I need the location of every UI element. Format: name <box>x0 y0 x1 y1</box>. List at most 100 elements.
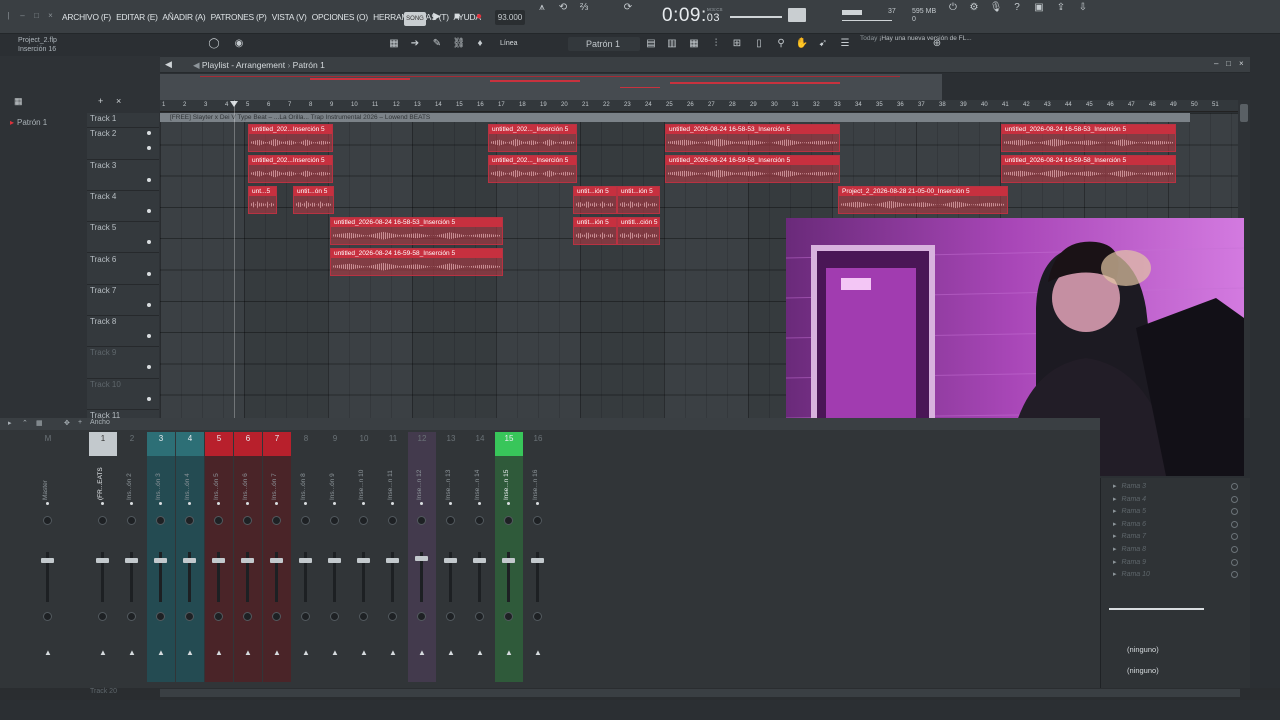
route-toggle[interactable] <box>1231 520 1238 528</box>
master-pitch-line[interactable] <box>730 16 782 18</box>
route-toggle[interactable] <box>1231 546 1238 553</box>
mixer-strip[interactable]: 2 Ins...ón 2 ▲ <box>118 432 146 682</box>
stereo-knob[interactable] <box>243 612 252 621</box>
audio-clip[interactable]: untitl...ción 5 <box>617 217 660 245</box>
audio-clip[interactable]: untit...ión 5 <box>573 217 617 245</box>
route-arrow-icon[interactable]: ▲ <box>389 648 397 657</box>
track-header[interactable]: Track 6 <box>87 254 159 285</box>
volume-fader-handle[interactable] <box>444 558 457 563</box>
routing-item[interactable]: ▸ Rama 8 <box>1113 545 1146 553</box>
stereo-knob[interactable] <box>214 612 223 621</box>
piano-keys-icon[interactable]: ▦ <box>14 96 28 106</box>
route-arrow-icon[interactable]: ▲ <box>476 648 484 657</box>
send-dot[interactable] <box>333 502 336 505</box>
send-dot[interactable] <box>246 502 249 505</box>
news-panel[interactable]: Today ¡Hay una nueva versión de FL... <box>860 35 972 43</box>
metronome-icon[interactable]: ⩚ <box>533 0 551 16</box>
routing-item[interactable]: ▸ Rama 7 <box>1113 532 1146 540</box>
menu-patrones[interactable]: PATRONES (P) <box>211 12 267 22</box>
pan-knob[interactable] <box>475 516 484 525</box>
routing-item[interactable]: ▸ Rama 10 <box>1113 570 1150 578</box>
pan-knob[interactable] <box>272 516 281 525</box>
stereo-knob[interactable] <box>98 612 107 621</box>
wait-input-icon[interactable]: ⟲ <box>554 0 572 16</box>
stereo-knob[interactable] <box>330 612 339 621</box>
mixer-strip[interactable]: 12 Inse...n 12 ▲ <box>408 432 436 682</box>
route-arrow-icon[interactable]: ▲ <box>505 648 513 657</box>
send-dot[interactable] <box>159 502 162 505</box>
touch-icon[interactable]: ✋ <box>793 36 811 52</box>
pan-knob[interactable] <box>388 516 397 525</box>
mixer-strip[interactable]: 10 Inse...n 10 ▲ <box>350 432 378 682</box>
send-dot[interactable] <box>130 502 133 505</box>
volume-fader-handle[interactable] <box>241 558 254 563</box>
output-select[interactable]: (ninguno) <box>1109 664 1239 678</box>
volume-fader-handle[interactable] <box>154 558 167 563</box>
countdown-icon[interactable]: ⅔ <box>575 0 593 16</box>
routing-item[interactable]: ▸ Rama 6 <box>1113 520 1146 528</box>
volume-fader-handle[interactable] <box>96 558 109 563</box>
track-header[interactable]: Track 2 <box>87 128 159 160</box>
pointer-icon[interactable]: ➹ <box>814 36 832 52</box>
menu-vista[interactable]: VISTA (V) <box>272 12 307 22</box>
route-arrow-icon[interactable]: ▲ <box>273 648 281 657</box>
arrangement-overview[interactable] <box>160 74 942 100</box>
send-dot[interactable] <box>449 502 452 505</box>
pan-knob[interactable] <box>185 516 194 525</box>
volume-fader-handle[interactable] <box>531 558 544 563</box>
mixer-mode-label[interactable]: Ancho <box>90 419 110 426</box>
tasks-icon[interactable]: ☰ <box>836 36 854 52</box>
send-dot[interactable] <box>391 502 394 505</box>
pan-knob[interactable] <box>43 516 52 525</box>
route-arrow-icon[interactable]: ▲ <box>128 648 136 657</box>
track-header[interactable]: Track 3 <box>87 160 159 191</box>
send-dot[interactable] <box>536 502 539 505</box>
track-enable-dot[interactable] <box>147 396 151 401</box>
maximize-icon[interactable]: □ <box>32 11 41 20</box>
mixer-strip[interactable]: 1 (FR...EATS ▲ <box>89 432 117 682</box>
audio-clip[interactable]: untitled_2026-08-24 16-59-58_Inserción 5 <box>330 248 503 276</box>
audio-clip[interactable]: untitled_202..._Inserción 5 <box>488 155 577 183</box>
link-icon[interactable]: ⛓ <box>450 36 468 52</box>
piano-roll-icon[interactable]: ▦ <box>685 36 703 52</box>
route-toggle[interactable] <box>1231 558 1238 566</box>
download-icon[interactable]: ⇩ <box>1074 0 1092 16</box>
microphone-icon[interactable]: 🎙 <box>987 0 1005 16</box>
audio-clip-beat[interactable]: [FREE] Slayter x Dei V Type Beat – ...La… <box>160 113 1190 122</box>
cpu-icon[interactable]: ⚙ <box>965 0 983 16</box>
pan-knob[interactable] <box>243 516 252 525</box>
stereo-knob[interactable] <box>127 612 136 621</box>
audio-clip[interactable]: Project_2_2026-08-28 21-05-00_Inserción … <box>838 186 1008 214</box>
loop-record-icon[interactable]: ⟳ <box>619 0 637 16</box>
route-arrow-icon[interactable]: ▲ <box>157 648 165 657</box>
audio-clip[interactable]: untitled_2026-08-24 16-59-58_Inserción 5 <box>1001 155 1176 183</box>
send-dot[interactable] <box>188 502 191 505</box>
route-arrow-icon[interactable]: ▲ <box>447 648 455 657</box>
route-arrow-icon[interactable]: ▲ <box>186 648 194 657</box>
route-arrow-icon[interactable]: ▲ <box>418 648 426 657</box>
channel-rack-icon[interactable]: ⊞ <box>728 36 746 52</box>
audio-clip[interactable]: untit...ión 5 <box>573 186 617 214</box>
tempo-display[interactable]: 93.000 <box>495 10 525 25</box>
stereo-knob[interactable] <box>446 612 455 621</box>
timeline-ruler[interactable]: 1 2 3 4 5 6 7 8 9 10 11 12 13 14 15 16 17 18 19 20 21 22 23 24 2… <box>160 100 1238 112</box>
mixer-strip[interactable]: 3 Ins...ón 3 ▲ <box>147 432 175 682</box>
track-enable-dot[interactable] <box>147 302 151 307</box>
mixer-grid-icon[interactable]: ▦ <box>36 419 43 427</box>
save-icon[interactable]: ▣ <box>1030 0 1048 16</box>
route-toggle[interactable] <box>1231 533 1238 541</box>
send-dot[interactable] <box>304 502 307 505</box>
send-dot[interactable] <box>46 502 49 505</box>
add-icon[interactable]: + <box>98 96 103 106</box>
send-dot[interactable] <box>217 502 220 505</box>
pan-knob[interactable] <box>359 516 368 525</box>
mixer-tools-icon[interactable]: ✥ <box>64 419 70 427</box>
stereo-knob[interactable] <box>504 612 513 621</box>
mixer-add-icon[interactable]: + <box>78 419 82 426</box>
send-dot[interactable] <box>362 502 365 505</box>
stereo-knob[interactable] <box>533 612 542 621</box>
pan-knob[interactable] <box>301 516 310 525</box>
stereo-knob[interactable] <box>359 612 368 621</box>
paint-icon[interactable]: ✎ <box>428 36 446 52</box>
volume-fader-handle[interactable] <box>183 558 196 563</box>
